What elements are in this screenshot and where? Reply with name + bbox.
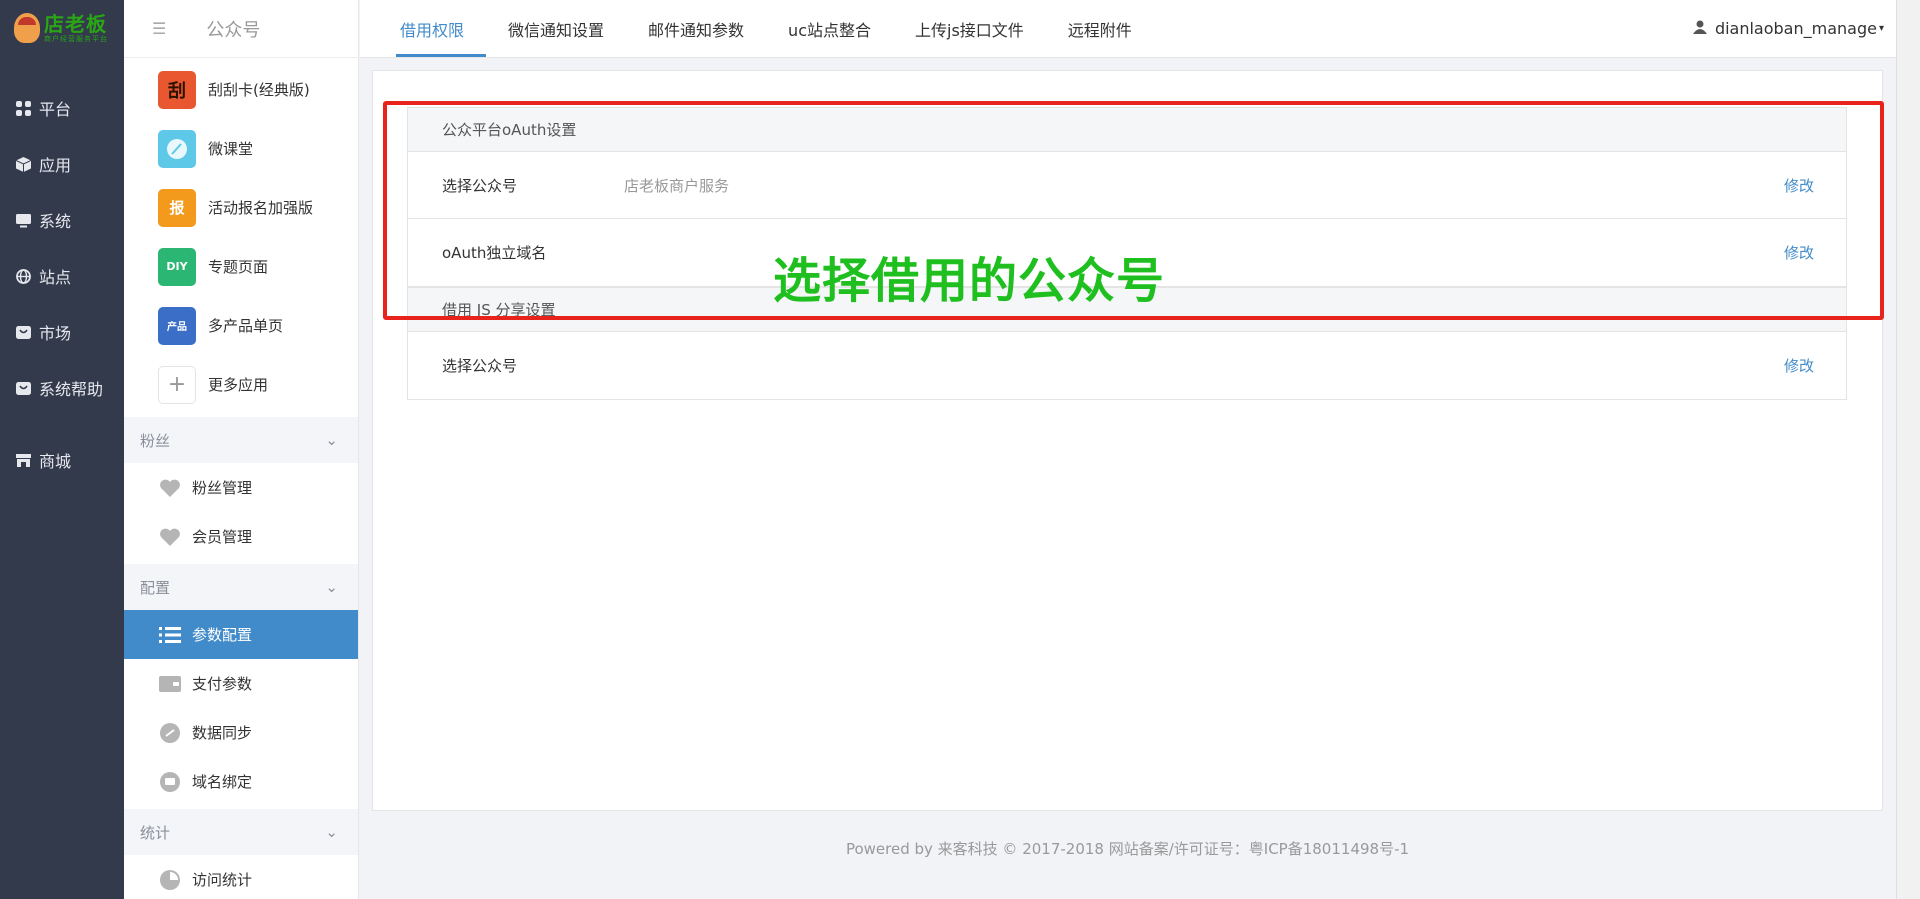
section-label: 粉丝 xyxy=(140,431,171,450)
rail-item-system[interactable]: 系统 xyxy=(0,192,124,248)
rail-item-platform[interactable]: 平台 xyxy=(0,80,124,136)
menu-item-visit-stats[interactable]: 访问统计 xyxy=(124,855,358,899)
app-item-scratch-card[interactable]: 刮 刮刮卡(经典版) xyxy=(124,60,358,119)
bag-icon xyxy=(15,324,31,340)
rail-label: 平台 xyxy=(39,100,72,119)
rail-label: 商城 xyxy=(39,452,72,471)
app-label: 专题页面 xyxy=(208,258,269,276)
row-label: 选择公众号 xyxy=(442,357,518,375)
rail-item-apps[interactable]: 应用 xyxy=(0,136,124,192)
rail-item-market[interactable]: 市场 xyxy=(0,304,124,360)
secondary-sidebar: ☰ 公众号 刮 刮刮卡(经典版) 微课堂 报 活动报名加强版 DIY 专题页面 … xyxy=(124,0,359,899)
cube-icon xyxy=(15,156,31,172)
sidebar-title: 公众号 xyxy=(206,19,261,41)
list-icon xyxy=(158,623,182,647)
menu-label: 粉丝管理 xyxy=(192,479,253,497)
app-item-topic-page[interactable]: DIY 专题页面 xyxy=(124,237,358,296)
app-label: 活动报名加强版 xyxy=(208,199,314,217)
plus-icon: + xyxy=(158,365,196,404)
bag-icon xyxy=(15,380,31,396)
edit-link[interactable]: 修改 xyxy=(1784,355,1814,376)
link-icon xyxy=(158,721,182,745)
app-item-micro-class[interactable]: 微课堂 xyxy=(124,119,358,178)
app-label: 多产品单页 xyxy=(208,317,284,335)
logo-text: 店老板 xyxy=(44,11,107,36)
section-fans[interactable]: 粉丝 ⌄ xyxy=(124,417,358,463)
rail-label: 应用 xyxy=(39,156,72,175)
menu-label: 参数配置 xyxy=(192,626,253,644)
product-page-icon: 产品 xyxy=(158,306,196,345)
menu-item-param-config[interactable]: 参数配置 xyxy=(124,610,358,659)
scratch-card-icon: 刮 xyxy=(158,70,196,109)
heart-icon xyxy=(158,476,182,500)
diy-icon: DIY xyxy=(158,247,196,286)
grid-icon xyxy=(15,100,31,116)
wallet-icon xyxy=(158,672,182,696)
event-signup-icon: 报 xyxy=(158,188,196,227)
app-label: 刮刮卡(经典版) xyxy=(208,81,310,99)
left-rail: 店老板 商户经营服务平台 平台 应用 系统 站点 市场 系统帮助 商城 xyxy=(0,0,124,899)
rail-label: 站点 xyxy=(39,268,72,287)
tab-remote-attachment[interactable]: 远程附件 xyxy=(1046,0,1154,57)
scrollbar[interactable] xyxy=(1896,0,1920,899)
row-select-account: 选择公众号 修改 xyxy=(408,332,1846,399)
top-tab-bar: 借用权限 微信通知设置 邮件通知参数 uc站点整合 上传js接口文件 远程附件 … xyxy=(360,0,1896,58)
logo[interactable]: 店老板 商户经营服务平台 xyxy=(0,0,124,56)
menu-label: 域名绑定 xyxy=(192,773,253,791)
app-item-event-signup[interactable]: 报 活动报名加强版 xyxy=(124,178,358,237)
menu-label: 支付参数 xyxy=(192,675,253,693)
heart-icon xyxy=(158,525,182,549)
tab-borrow-permission[interactable]: 借用权限 xyxy=(378,0,487,57)
menu-label: 会员管理 xyxy=(192,528,253,546)
pie-chart-icon xyxy=(158,868,182,892)
app-item-multi-product[interactable]: 产品 多产品单页 xyxy=(124,296,358,355)
annotation-text: 选择借用的公众号 xyxy=(773,253,1166,309)
menu-item-fans-manage[interactable]: 粉丝管理 xyxy=(124,463,358,512)
monitor-icon xyxy=(15,212,31,228)
chevron-down-icon: ⌄ xyxy=(325,578,338,596)
menu-item-data-sync[interactable]: 数据同步 xyxy=(124,708,358,757)
section-config[interactable]: 配置 ⌄ xyxy=(124,564,358,610)
menu-label: 访问统计 xyxy=(192,871,253,889)
rail-label: 市场 xyxy=(39,324,72,343)
rail-item-help[interactable]: 系统帮助 xyxy=(0,360,124,416)
rail-item-site[interactable]: 站点 xyxy=(0,248,124,304)
caret-down-icon: ▾ xyxy=(1878,23,1884,34)
rail-item-mall[interactable]: 商城 xyxy=(0,432,124,488)
chevron-down-icon: ⌄ xyxy=(325,431,338,449)
user-icon xyxy=(1692,19,1707,38)
app-label: 微课堂 xyxy=(208,140,254,158)
menu-item-payment-params[interactable]: 支付参数 xyxy=(124,659,358,708)
domain-icon xyxy=(158,770,182,794)
menu-item-domain-bind[interactable]: 域名绑定 xyxy=(124,757,358,806)
section-label: 统计 xyxy=(140,823,171,842)
chevron-down-icon: ⌄ xyxy=(325,823,338,841)
app-label: 更多应用 xyxy=(208,376,269,394)
section-stats[interactable]: 统计 ⌄ xyxy=(124,809,358,855)
tab-email-notify[interactable]: 邮件通知参数 xyxy=(626,0,766,57)
store-icon xyxy=(15,452,31,468)
menu-toggle-icon[interactable]: ☰ xyxy=(152,19,166,38)
section-label: 配置 xyxy=(140,578,171,597)
logo-mascot-icon xyxy=(14,13,40,43)
user-menu[interactable]: dianlaoban_manage ▾ xyxy=(1692,0,1896,57)
globe-icon xyxy=(15,268,31,284)
logo-subtext: 商户经营服务平台 xyxy=(44,34,108,43)
micro-class-icon xyxy=(158,129,196,168)
menu-label: 数据同步 xyxy=(192,724,253,742)
app-item-more-apps[interactable]: + 更多应用 xyxy=(124,355,358,414)
tab-uc-integration[interactable]: uc站点整合 xyxy=(766,0,893,57)
tab-upload-js[interactable]: 上传js接口文件 xyxy=(893,0,1046,57)
tab-wechat-notify[interactable]: 微信通知设置 xyxy=(486,0,626,57)
menu-item-member-manage[interactable]: 会员管理 xyxy=(124,512,358,561)
rail-label: 系统 xyxy=(39,212,72,231)
rail-label: 系统帮助 xyxy=(39,380,104,399)
footer: Powered by 来客科技 © 2017-2018 网站备案/许可证号：粤I… xyxy=(845,840,1410,858)
username: dianlaoban_manage xyxy=(1714,19,1877,38)
